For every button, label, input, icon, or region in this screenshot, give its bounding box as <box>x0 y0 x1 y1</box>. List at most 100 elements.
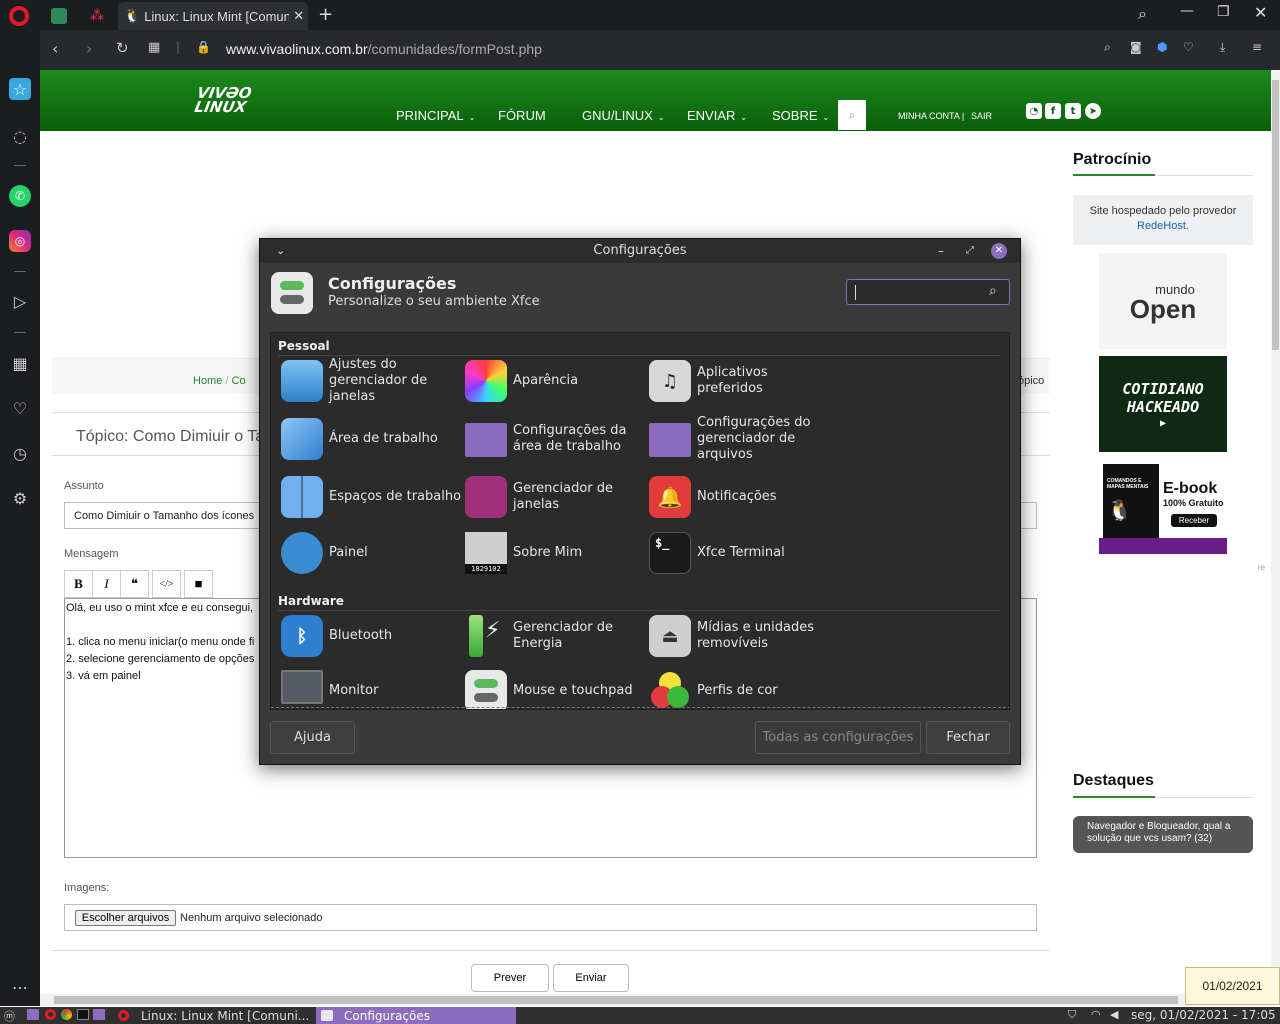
item-config-gerenciador-arquivos[interactable]: Configurações do gerenciador de arquivos <box>649 415 829 462</box>
item-area-de-trabalho[interactable]: Área de trabalho <box>281 415 461 461</box>
taskbar-task-browser[interactable]: Linux: Linux Mint [Comuni... <box>118 1007 315 1024</box>
close-button[interactable]: ✕ <box>991 243 1007 259</box>
nav-minha-conta[interactable]: MINHA CONTA | <box>898 111 964 121</box>
nav-sair[interactable]: SAIR <box>971 111 992 121</box>
item-gerenciador-energia[interactable]: ⚡ Gerenciador de Energia <box>465 612 645 658</box>
hosting-link[interactable]: RedeHost. <box>1073 220 1253 232</box>
ad-mundo-open[interactable]: mundo Open <box>1099 253 1227 349</box>
preview-button[interactable]: Prever <box>471 964 549 992</box>
scroll-thumb[interactable] <box>1272 80 1279 350</box>
settings-gear-icon[interactable]: ⚙ <box>9 487 31 509</box>
opera-logo-icon[interactable] <box>9 6 29 26</box>
camera-icon[interactable]: ◙ <box>1130 40 1142 54</box>
new-tab-button[interactable]: + <box>318 4 333 25</box>
file-choose-button[interactable]: Escolher arquivos <box>75 910 176 926</box>
shield-tray-icon[interactable]: ⛉ <box>1068 1008 1076 1022</box>
send-button[interactable]: Enviar <box>553 964 629 992</box>
page-horizontal-scrollbar[interactable] <box>40 994 1271 1006</box>
tab-pinned-2[interactable]: ⁂ <box>82 2 112 30</box>
dialog-titlebar[interactable]: ⌄ Configurações – ⤢ ✕ <box>260 239 1020 263</box>
wifi-icon[interactable]: ◠ <box>1091 1008 1101 1021</box>
telegram-icon[interactable]: ➤ <box>1085 103 1101 119</box>
help-button[interactable]: Ajuda <box>270 721 355 754</box>
item-bluetooth[interactable]: ᛒ Bluetooth <box>281 612 461 658</box>
search-page-icon[interactable]: ⌕ <box>1104 40 1111 55</box>
ad-ebook[interactable]: COMANDOS E MAPAS MENTAIS 🐧 E-book 100% Gr… <box>1099 460 1227 554</box>
url-field[interactable]: www.vivaolinux.com.br/comunidades/formPo… <box>226 41 542 57</box>
instagram-icon[interactable]: ◎ <box>9 230 31 252</box>
shield-icon[interactable]: ⬢ <box>1157 40 1167 54</box>
nav-principal[interactable]: PRINCIPAL ⌄ <box>396 108 475 123</box>
item-perfis-cor[interactable]: Perfis de cor <box>649 667 829 709</box>
site-search-button[interactable]: ⌕ <box>838 100 866 130</box>
item-gerenciador-janelas[interactable]: Gerenciador de janelas <box>465 473 645 519</box>
tabs-grid-icon[interactable]: ▦ <box>148 40 160 55</box>
tab-active[interactable]: 🐧 Linux: Linux Mint [Comunidade ✕ <box>118 2 308 30</box>
ebook-receive-button[interactable]: Receber <box>1171 514 1217 527</box>
minimize-button[interactable]: — <box>1180 3 1194 19</box>
item-monitor[interactable]: Monitor <box>281 667 461 709</box>
rss-icon[interactable]: ◔ <box>1026 103 1042 119</box>
breadcrumb-home[interactable]: Home / Co <box>193 375 246 387</box>
mint-menu-icon[interactable]: ⓜ <box>4 1008 15 1024</box>
download-icon[interactable]: ⤓ <box>1220 40 1225 55</box>
twitter-icon[interactable]: t <box>1065 103 1081 119</box>
show-desktop-icon[interactable] <box>27 1009 39 1020</box>
item-aplicativos-preferidos[interactable]: ♫ Aplicativos preferidos <box>649 357 829 403</box>
scroll-thumb[interactable] <box>54 996 1178 1004</box>
video-button[interactable]: ■ <box>184 570 213 598</box>
reload-icon[interactable]: ↻ <box>116 39 129 57</box>
speed-dial-icon[interactable]: ☆ <box>9 78 31 100</box>
taskbar-task-settings[interactable]: Configurações <box>316 1007 516 1024</box>
all-settings-button[interactable]: Todas as configurações <box>755 721 921 754</box>
maximize-button[interactable]: ❐ <box>1217 4 1230 20</box>
item-aparencia[interactable]: Aparência <box>465 357 645 403</box>
item-painel[interactable]: Painel <box>281 529 461 575</box>
back-icon[interactable]: ‹ <box>52 39 58 58</box>
workspaces-icon[interactable]: ▦ <box>9 352 31 374</box>
nav-gnu-linux[interactable]: GNU/LINUX ⌄ <box>582 108 665 123</box>
bookmarks-heart-icon[interactable]: ♡ <box>9 397 31 419</box>
maximize-button[interactable]: ⤢ <box>966 239 974 263</box>
item-config-area-trabalho[interactable]: Configurações da área de trabalho <box>465 415 645 461</box>
window-menu-icon[interactable]: ⌄ <box>276 239 285 263</box>
player-icon[interactable]: ▷ <box>9 290 31 312</box>
item-ajustes-gerenciador[interactable]: Ajustes do gerenciador de janelas <box>281 357 461 404</box>
ad-cotidiano-hackeado[interactable]: COTIDIANO HACKEADO ▶ <box>1099 356 1227 452</box>
volume-icon[interactable]: ◀ <box>1110 1008 1118 1021</box>
item-mouse-touchpad[interactable]: Mouse e touchpad <box>465 667 645 709</box>
item-espacos-trabalho[interactable]: Espaços de trabalho <box>281 473 461 519</box>
settings-search-input[interactable]: ⌕ <box>846 279 1010 305</box>
italic-button[interactable]: I <box>92 570 121 598</box>
minimize-button[interactable]: – <box>938 239 944 263</box>
site-logo[interactable]: VIVƏO LINUX <box>193 84 253 116</box>
heart-icon[interactable]: ♡ <box>1183 40 1194 54</box>
opera-launcher-icon[interactable] <box>45 1009 56 1020</box>
search-tabs-icon[interactable]: ⌕ <box>1138 4 1147 24</box>
history-icon[interactable]: ◷ <box>9 442 31 464</box>
item-notificacoes[interactable]: 🔔 Notificações <box>649 473 829 519</box>
terminal-launcher-icon[interactable] <box>77 1009 89 1020</box>
bold-button[interactable]: B <box>64 570 93 598</box>
nav-sobre[interactable]: SOBRE ⌄ <box>772 108 829 123</box>
tab-pinned-1[interactable] <box>44 2 74 30</box>
taskbar-clock[interactable]: seg, 01/02/2021 - 17:05 <box>1131 1008 1276 1022</box>
close-dialog-button[interactable]: Fechar <box>926 721 1010 754</box>
nav-enviar[interactable]: ENVIAR ⌄ <box>687 108 747 123</box>
more-icon[interactable]: ⋯ <box>9 976 31 998</box>
item-midias-removiveis[interactable]: ⏏ Mídias e unidades removíveis <box>649 612 829 658</box>
close-tab-icon[interactable]: ✕ <box>293 8 304 24</box>
messenger-icon[interactable]: ◌ <box>9 125 31 147</box>
page-vertical-scrollbar[interactable] <box>1271 70 1280 994</box>
facebook-icon[interactable]: f <box>1045 103 1061 119</box>
code-button[interactable]: </> <box>152 570 181 598</box>
close-window-button[interactable]: ✕ <box>1254 3 1267 22</box>
whatsapp-icon[interactable]: ✆ <box>9 185 31 207</box>
files-launcher-icon[interactable] <box>93 1009 105 1020</box>
nav-forum[interactable]: FÓRUM <box>498 108 546 123</box>
quote-button[interactable]: ❝ <box>120 570 149 598</box>
forward-icon[interactable]: › <box>86 39 92 58</box>
chrome-launcher-icon[interactable] <box>61 1009 72 1020</box>
menu-icon[interactable]: ≡ <box>1252 40 1262 54</box>
item-xfce-terminal[interactable]: $_ Xfce Terminal <box>649 529 829 575</box>
